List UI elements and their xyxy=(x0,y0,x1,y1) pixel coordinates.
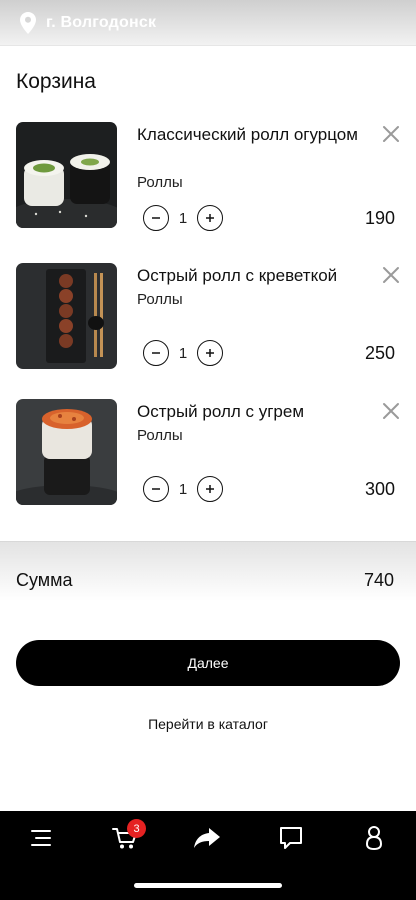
product-image[interactable] xyxy=(16,263,117,369)
quantity-value: 1 xyxy=(178,344,188,362)
tab-profile[interactable] xyxy=(356,823,392,853)
minus-icon xyxy=(152,217,160,219)
item-name: Классический ролл огурцом xyxy=(137,125,358,144)
close-icon[interactable] xyxy=(381,401,401,421)
increment-button[interactable] xyxy=(197,205,223,231)
home-indicator xyxy=(134,883,282,888)
tab-cart[interactable]: 3 xyxy=(107,819,146,853)
catalog-link[interactable]: Перейти в каталог xyxy=(0,716,416,732)
next-button[interactable]: Далее xyxy=(16,640,400,686)
sum-label: Сумма xyxy=(16,570,73,590)
location-pin-icon xyxy=(20,11,36,34)
plus-icon xyxy=(206,349,214,357)
sum-value: 740 xyxy=(363,570,394,590)
tab-chat[interactable] xyxy=(273,823,309,853)
product-image[interactable] xyxy=(16,399,117,505)
decrement-button[interactable] xyxy=(143,205,169,231)
item-name: Острый ролл с креветкой xyxy=(137,266,338,285)
minus-icon xyxy=(152,352,160,354)
quantity-stepper: 1 xyxy=(143,204,223,232)
page-title: Корзина xyxy=(16,70,96,93)
item-name: Острый ролл с угрем xyxy=(137,402,305,421)
increment-button[interactable] xyxy=(197,340,223,366)
user-icon xyxy=(365,826,383,851)
close-icon[interactable] xyxy=(381,265,401,285)
tab-menu[interactable] xyxy=(23,823,59,853)
close-icon[interactable] xyxy=(381,124,401,144)
tab-share[interactable] xyxy=(189,823,225,853)
cart-item: Острый ролл с креветкой Роллы 1 250 xyxy=(0,263,416,373)
item-category: Роллы xyxy=(137,174,183,191)
increment-button[interactable] xyxy=(197,476,223,502)
item-price: 250 xyxy=(364,343,395,363)
plus-icon xyxy=(206,214,214,222)
location-bar[interactable]: г. Волгодонск xyxy=(0,0,416,46)
product-image[interactable] xyxy=(16,122,117,228)
item-price: 190 xyxy=(364,208,395,228)
menu-icon xyxy=(31,830,51,846)
item-category: Роллы xyxy=(137,427,183,444)
item-price: 300 xyxy=(364,479,395,499)
quantity-value: 1 xyxy=(178,209,188,227)
item-category: Роллы xyxy=(137,291,183,308)
chat-icon xyxy=(280,827,302,849)
decrement-button[interactable] xyxy=(143,476,169,502)
decrement-button[interactable] xyxy=(143,340,169,366)
quantity-stepper: 1 xyxy=(143,475,223,503)
minus-icon xyxy=(152,488,160,490)
quantity-value: 1 xyxy=(178,480,188,498)
city-label: г. Волгодонск xyxy=(46,13,157,31)
cart-badge: 3 xyxy=(127,819,146,838)
plus-icon xyxy=(206,485,214,493)
cart-item: Острый ролл с угрем Роллы 1 300 xyxy=(0,399,416,509)
cart-item: Классический ролл огурцом Роллы 1 190 xyxy=(0,122,416,232)
share-icon xyxy=(194,828,220,848)
quantity-stepper: 1 xyxy=(143,339,223,367)
